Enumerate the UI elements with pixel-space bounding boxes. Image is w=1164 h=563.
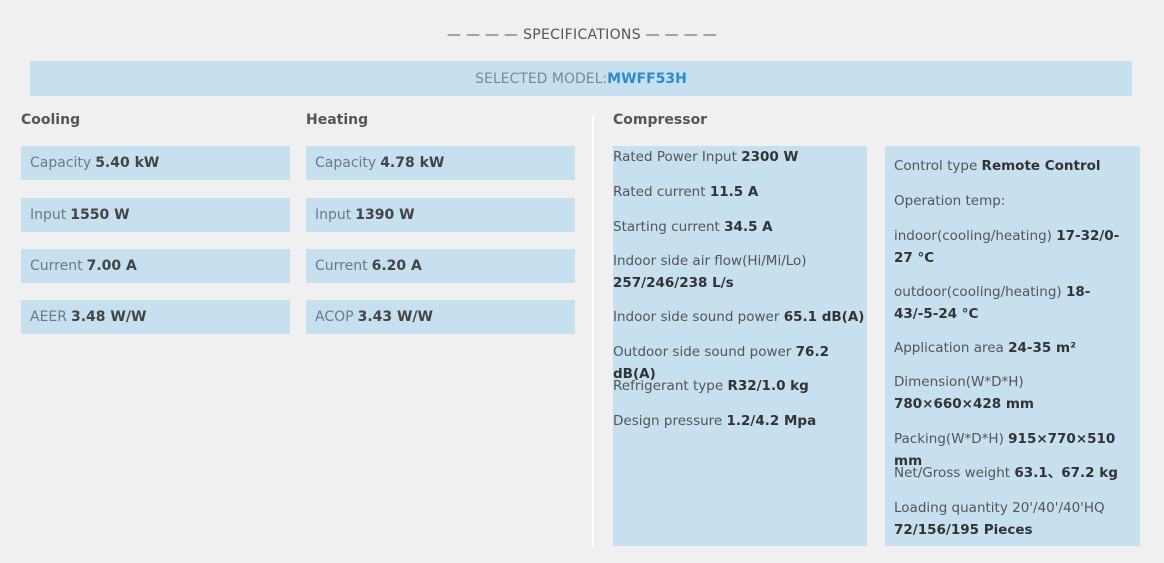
compressor-heading: Compressor xyxy=(613,112,708,128)
compressor-row: Refrigerant type R32/1.0 kg xyxy=(613,375,809,397)
spec-value: 63.1、67.2 kg xyxy=(1014,465,1118,481)
other-row: Loading quantity 20'/40'/40'HQ 72/156/19… xyxy=(894,497,1134,541)
spec-label: Input xyxy=(315,207,352,223)
spec-label: Control type xyxy=(894,158,978,174)
spec-value: 11.5 A xyxy=(709,184,759,200)
spec-value: 65.1 dB(A) xyxy=(783,309,865,325)
spec-label: Indoor side sound power xyxy=(613,309,780,325)
other-row: indoor(cooling/heating) 17-32/0-27 °C xyxy=(894,225,1134,269)
heating-current: Current 6.20 A xyxy=(306,249,575,283)
compressor-row: Rated Power Input 2300 W xyxy=(613,146,798,168)
spec-label: Dimension(W*D*H) xyxy=(894,374,1024,390)
spec-label: outdoor(cooling/heating) xyxy=(894,284,1062,300)
spec-value: 780×660×428 mm xyxy=(894,396,1034,412)
spec-value: 3.43 W/W xyxy=(357,309,433,325)
heating-input: Input 1390 W xyxy=(306,198,575,232)
spec-label: Operation temp: xyxy=(894,193,1006,209)
other-row: Control type Remote Control xyxy=(894,155,1101,177)
heating-heading: Heating xyxy=(306,112,369,128)
other-row: Application area 24-35 m² xyxy=(894,337,1076,359)
spec-value: Remote Control xyxy=(981,158,1101,174)
spec-label: Current xyxy=(315,258,368,274)
spec-label: Capacity xyxy=(315,155,377,171)
column-divider xyxy=(592,115,594,547)
spec-label: Loading quantity 20'/40'/40'HQ xyxy=(894,500,1105,516)
spec-value: 24-35 m² xyxy=(1008,340,1076,356)
other-row: Dimension(W*D*H) 780×660×428 mm xyxy=(894,371,1134,415)
other-row: outdoor(cooling/heating) 18-43/-5-24 °C xyxy=(894,281,1134,325)
spec-value: 72/156/195 Pieces xyxy=(894,522,1033,538)
cooling-heading: Cooling xyxy=(21,112,81,128)
spec-label: AEER xyxy=(30,309,67,325)
spec-label: Current xyxy=(30,258,83,274)
spec-value: 2300 W xyxy=(741,149,799,165)
compressor-row: Design pressure 1.2/4.2 Mpa xyxy=(613,410,816,432)
spec-label: Outdoor side sound power xyxy=(613,344,792,360)
spec-label: Refrigerant type xyxy=(613,378,724,394)
compressor-panel: Rated Power Input 2300 W Rated current 1… xyxy=(613,146,867,546)
cooling-input: Input 1550 W xyxy=(21,198,290,232)
spec-label: Indoor side air flow(Hi/Mi/Lo) xyxy=(613,253,807,269)
cooling-aeer: AEER 3.48 W/W xyxy=(21,300,290,334)
spec-label: Rated Power Input xyxy=(613,149,737,165)
compressor-row: Starting current 34.5 A xyxy=(613,216,773,238)
heating-capacity: Capacity 4.78 kW xyxy=(306,146,575,180)
other-row: Operation temp: xyxy=(894,190,1005,212)
spec-label: Starting current xyxy=(613,219,720,235)
spec-value: 257/246/238 L/s xyxy=(613,275,734,291)
heating-acop: ACOP 3.43 W/W xyxy=(306,300,575,334)
cooling-capacity: Capacity 5.40 kW xyxy=(21,146,290,180)
compressor-row: Indoor side sound power 65.1 dB(A) xyxy=(613,306,864,328)
spec-value: 5.40 kW xyxy=(95,155,160,171)
spec-label: Capacity xyxy=(30,155,92,171)
spec-value: 7.00 A xyxy=(86,258,137,274)
spec-label: Net/Gross weight xyxy=(894,465,1011,481)
spec-label: Packing(W*D*H) xyxy=(894,431,1004,447)
other-specs-panel: Control type Remote Control Operation te… xyxy=(885,146,1140,546)
spec-value: 6.20 A xyxy=(371,258,422,274)
spec-label: Rated current xyxy=(613,184,706,200)
spec-value: 3.48 W/W xyxy=(71,309,147,325)
selected-model-value: MWFF53H xyxy=(607,70,687,87)
spec-label: Application area xyxy=(894,340,1004,356)
other-row: Net/Gross weight 63.1、67.2 kg xyxy=(894,462,1118,484)
selected-model-bar: SELECTED MODEL: MWFF53H xyxy=(30,61,1132,96)
spec-value: 1550 W xyxy=(70,207,130,223)
spec-label: indoor(cooling/heating) xyxy=(894,228,1052,244)
spec-label: Design pressure xyxy=(613,413,723,429)
compressor-row: Indoor side air flow(Hi/Mi/Lo) 257/246/23… xyxy=(613,250,863,294)
spec-value: 1390 W xyxy=(355,207,415,223)
compressor-row: Rated current 11.5 A xyxy=(613,181,758,203)
spec-value: 34.5 A xyxy=(724,219,773,235)
spec-value: R32/1.0 kg xyxy=(727,378,809,394)
spec-value: 4.78 kW xyxy=(380,155,445,171)
selected-model-label: SELECTED MODEL: xyxy=(475,70,608,87)
spec-label: Input xyxy=(30,207,67,223)
cooling-current: Current 7.00 A xyxy=(21,249,290,283)
spec-label: ACOP xyxy=(315,309,354,325)
spec-value: 1.2/4.2 Mpa xyxy=(726,413,817,429)
section-title: — — — — SPECIFICATIONS — — — — xyxy=(446,27,718,43)
